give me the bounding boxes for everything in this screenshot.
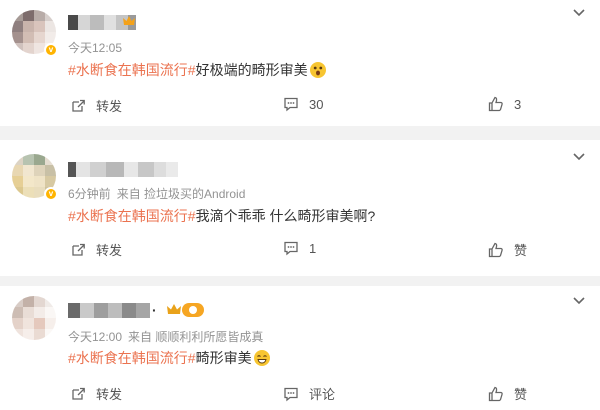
like-button[interactable]: 赞	[488, 384, 527, 403]
comment-icon	[284, 387, 298, 401]
post-meta: 今天12:00 来自 顺顺利利所愿皆成真	[68, 328, 269, 345]
username[interactable]	[68, 162, 178, 177]
vip-crown-icon	[167, 304, 181, 314]
post-separator	[0, 276, 600, 286]
post-card: · 今天12:00 来自 顺顺利利所愿皆成真 #水断食在韩国流行#畸形审美 转发	[0, 286, 600, 410]
hashtag-link[interactable]: #水断食在韩国流行#	[68, 208, 196, 224]
comment-icon	[284, 241, 298, 256]
post-time: 6分钟前	[68, 187, 111, 201]
username[interactable]	[68, 303, 150, 318]
like-count: 赞	[514, 243, 528, 258]
repost-label: 转发	[96, 243, 123, 258]
post-time: 今天12:00	[68, 330, 123, 344]
thumbs-up-icon	[488, 96, 503, 112]
post-source: 来自 顺顺利利所愿皆成真	[128, 330, 264, 344]
repost-button[interactable]: 转发	[70, 96, 122, 115]
repost-label: 转发	[96, 387, 123, 402]
comment-count: 30	[309, 96, 324, 112]
chevron-down-icon[interactable]	[572, 152, 586, 162]
shocked-emoji-icon	[309, 62, 326, 78]
post-content: #水断食在韩国流行#畸形审美	[68, 348, 270, 368]
verified-badge-icon: v	[44, 43, 58, 57]
repost-label: 转发	[96, 99, 123, 114]
grin-emoji-icon	[253, 350, 270, 366]
vip-crown-icon	[123, 16, 135, 25]
repost-icon	[72, 243, 85, 256]
fan-level-badge	[182, 303, 204, 317]
comment-icon	[284, 97, 298, 112]
chevron-down-icon[interactable]	[572, 8, 586, 18]
like-count: 赞	[514, 387, 528, 402]
comment-button[interactable]: 评论	[283, 384, 335, 403]
post-text: 好极端的畸形审美	[195, 62, 308, 78]
repost-button[interactable]: 转发	[70, 384, 122, 403]
hashtag-link[interactable]: #水断食在韩国流行#	[68, 350, 196, 366]
post-card: v 今天12:05 #水断食在韩国流行#好极端的畸形审美 转发 30 3	[0, 0, 600, 126]
post-text: 畸形审美	[195, 350, 252, 366]
username-suffix: ·	[152, 302, 157, 318]
post-meta: 今天12:05	[68, 39, 128, 56]
repost-icon	[72, 99, 85, 112]
comment-count: 1	[309, 240, 317, 256]
post-meta: 6分钟前 来自 捡垃圾买的Android	[68, 185, 251, 202]
comment-button[interactable]: 1	[283, 240, 316, 256]
repost-button[interactable]: 转发	[70, 240, 122, 259]
thumbs-up-icon	[488, 242, 503, 257]
like-button[interactable]: 赞	[488, 240, 527, 259]
post-source: 来自 捡垃圾买的Android	[116, 187, 246, 201]
post-card: v 6分钟前 来自 捡垃圾买的Android #水断食在韩国流行#我滴个乖乖 什么…	[0, 140, 600, 276]
like-count: 3	[514, 96, 522, 112]
like-button[interactable]: 3	[488, 96, 521, 112]
post-time: 今天12:05	[68, 41, 123, 55]
thumbs-up-icon	[488, 386, 503, 401]
post-separator	[0, 126, 600, 140]
comment-count: 评论	[309, 387, 336, 402]
verified-badge-icon: v	[44, 187, 58, 201]
chevron-down-icon[interactable]	[572, 296, 586, 306]
repost-icon	[72, 387, 85, 400]
post-content: #水断食在韩国流行#好极端的畸形审美	[68, 60, 326, 80]
comment-button[interactable]: 30	[283, 96, 323, 112]
avatar[interactable]	[12, 296, 56, 340]
post-content: #水断食在韩国流行#我滴个乖乖 什么畸形审美啊?	[68, 206, 375, 226]
post-text: 我滴个乖乖 什么畸形审美啊?	[195, 208, 376, 224]
hashtag-link[interactable]: #水断食在韩国流行#	[68, 62, 196, 78]
